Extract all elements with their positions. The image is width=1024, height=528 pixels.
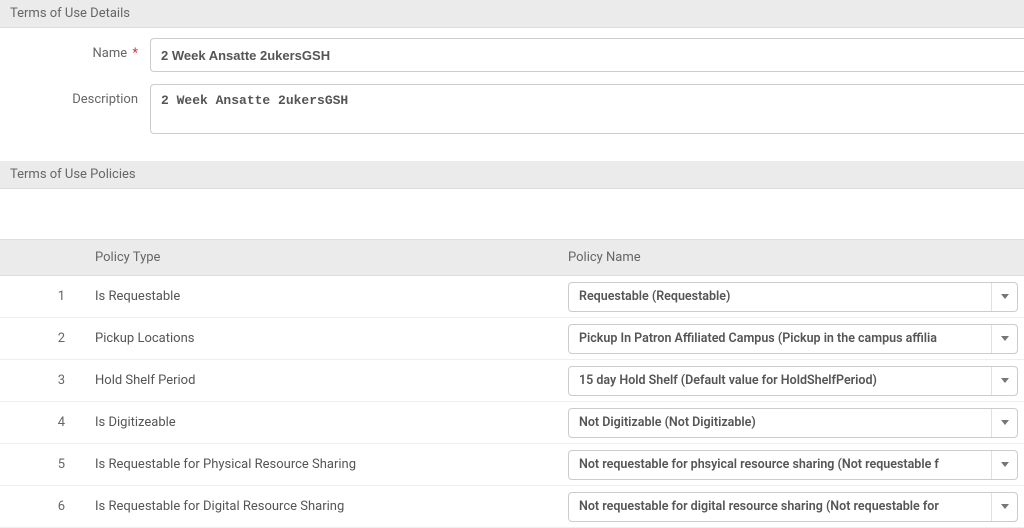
table-row: 4Is Digitizeable Not Digitizable (Not Dig… bbox=[0, 402, 1024, 444]
terms-of-use-details-header: Terms of Use Details bbox=[0, 0, 1024, 28]
policy-name-dropdown[interactable]: Requestable (Requestable) bbox=[568, 282, 1018, 312]
policy-name-value: Not Digitizable (Not Digitizable) bbox=[569, 415, 991, 430]
col-policy-type-header: Policy Type bbox=[85, 250, 560, 265]
row-index: 1 bbox=[0, 289, 85, 304]
row-index: 2 bbox=[0, 331, 85, 346]
policy-name-cell: Pickup In Patron Affiliated Campus (Pick… bbox=[560, 324, 1024, 354]
policy-name-cell: Not requestable for phsyical resource sh… bbox=[560, 450, 1024, 480]
required-asterisk: * bbox=[129, 46, 138, 61]
chevron-down-icon bbox=[991, 325, 1017, 353]
name-label: Name * bbox=[10, 38, 150, 61]
chevron-down-icon bbox=[991, 283, 1017, 311]
description-label: Description bbox=[10, 84, 150, 107]
policy-name-value: 15 day Hold Shelf (Default value for Hol… bbox=[569, 373, 991, 388]
table-row: 3Hold Shelf Period 15 day Hold Shelf (Def… bbox=[0, 360, 1024, 402]
policy-name-cell: 15 day Hold Shelf (Default value for Hol… bbox=[560, 366, 1024, 396]
name-label-text: Name bbox=[93, 46, 128, 61]
col-policy-name-header: Policy Name bbox=[560, 250, 1024, 265]
form-row-name: Name * bbox=[0, 38, 1024, 72]
table-row: 1Is Requestable Requestable (Requestable) bbox=[0, 276, 1024, 318]
policies-toolbar-gap bbox=[0, 189, 1024, 239]
terms-of-use-details-panel: Name * Description bbox=[0, 28, 1024, 161]
policy-type-cell: Pickup Locations bbox=[85, 331, 560, 346]
terms-of-use-policies-header: Terms of Use Policies bbox=[0, 161, 1024, 189]
policy-type-cell: Is Requestable for Physical Resource Sha… bbox=[85, 457, 560, 472]
policy-name-cell: Not Digitizable (Not Digitizable) bbox=[560, 408, 1024, 438]
form-row-description: Description bbox=[0, 84, 1024, 134]
policy-type-cell: Is Requestable bbox=[85, 289, 560, 304]
policy-name-value: Not requestable for phsyical resource sh… bbox=[569, 457, 991, 472]
row-index: 5 bbox=[0, 457, 85, 472]
policy-name-cell: Not requestable for digital resource sha… bbox=[560, 492, 1024, 522]
row-index: 3 bbox=[0, 373, 85, 388]
table-row: 2Pickup Locations Pickup In Patron Affili… bbox=[0, 318, 1024, 360]
chevron-down-icon bbox=[991, 367, 1017, 395]
policies-table: Policy Type Policy Name 1Is Requestable R… bbox=[0, 239, 1024, 528]
policy-type-cell: Hold Shelf Period bbox=[85, 373, 560, 388]
chevron-down-icon bbox=[991, 493, 1017, 521]
chevron-down-icon bbox=[991, 409, 1017, 437]
policy-name-dropdown[interactable]: Not Digitizable (Not Digitizable) bbox=[568, 408, 1018, 438]
col-index-header bbox=[0, 250, 85, 265]
policy-name-dropdown[interactable]: Not requestable for digital resource sha… bbox=[568, 492, 1018, 522]
policy-name-dropdown[interactable]: 15 day Hold Shelf (Default value for Hol… bbox=[568, 366, 1018, 396]
table-row: 6Is Requestable for Digital Resource Sha… bbox=[0, 486, 1024, 528]
policy-name-dropdown[interactable]: Not requestable for phsyical resource sh… bbox=[568, 450, 1018, 480]
policies-table-header: Policy Type Policy Name bbox=[0, 239, 1024, 276]
row-index: 4 bbox=[0, 415, 85, 430]
description-textarea[interactable] bbox=[150, 84, 1024, 134]
policy-name-dropdown[interactable]: Pickup In Patron Affiliated Campus (Pick… bbox=[568, 324, 1018, 354]
table-row: 5Is Requestable for Physical Resource Sh… bbox=[0, 444, 1024, 486]
policy-name-value: Pickup In Patron Affiliated Campus (Pick… bbox=[569, 331, 991, 346]
policy-name-value: Requestable (Requestable) bbox=[569, 289, 991, 304]
name-input[interactable] bbox=[150, 38, 1024, 72]
chevron-down-icon bbox=[991, 451, 1017, 479]
policy-name-cell: Requestable (Requestable) bbox=[560, 282, 1024, 312]
policy-type-cell: Is Digitizeable bbox=[85, 415, 560, 430]
